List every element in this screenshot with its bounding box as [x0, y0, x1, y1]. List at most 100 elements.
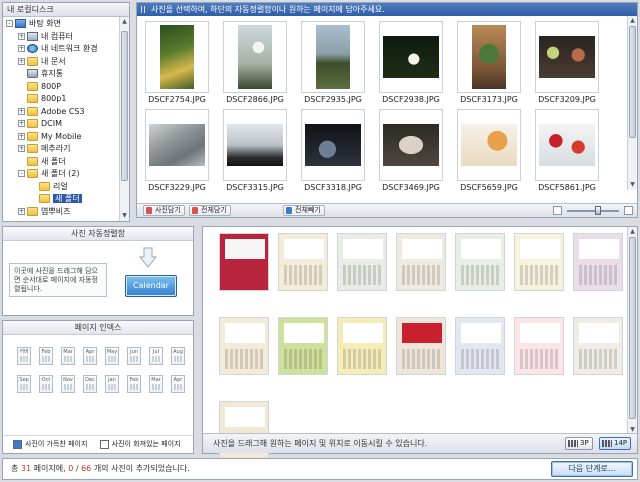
zoom-knob[interactable] — [595, 206, 601, 215]
photo-thumbnail[interactable]: DSCF3469.JPG — [379, 109, 443, 193]
tree-scroll-thumb[interactable] — [121, 31, 128, 181]
expand-icon[interactable]: + — [18, 207, 25, 215]
calendar-template-page[interactable] — [514, 317, 564, 375]
calendar-template-page[interactable] — [337, 317, 387, 375]
tree-item[interactable]: + 염뿌비즈 — [18, 206, 70, 218]
calendar-template-page[interactable] — [219, 233, 269, 291]
tree-item[interactable]: + Adobe CS3 — [18, 106, 85, 118]
photo-thumbnail[interactable]: DSCF3229.JPG — [145, 109, 209, 193]
template-photo-slot[interactable] — [520, 323, 560, 343]
collapse-icon[interactable]: - — [18, 170, 25, 177]
tree-item[interactable]: + My Mobile — [18, 131, 81, 143]
scroll-up-arrow-icon[interactable]: ▲ — [120, 17, 129, 27]
page-index-item[interactable]: Jan — [105, 375, 119, 393]
photo-thumbnail[interactable]: DSCF5659.JPG — [457, 109, 521, 193]
tree-item[interactable]: 800p1 — [18, 93, 66, 105]
expand-icon[interactable]: + — [18, 32, 25, 40]
scroll-down-arrow-icon[interactable]: ▼ — [120, 211, 129, 221]
tree-item[interactable]: 800P — [18, 81, 61, 93]
calendar-template-page[interactable] — [396, 233, 446, 291]
template-photo-slot[interactable] — [225, 323, 265, 343]
load-photo-button[interactable]: 사진담기 — [143, 205, 185, 216]
tree-scrollbar[interactable]: ▲ ▼ — [119, 17, 129, 221]
tree-item[interactable]: + 메추라기 — [18, 143, 70, 155]
scroll-down-arrow-icon[interactable]: ▼ — [628, 180, 637, 190]
template-photo-slot[interactable] — [284, 323, 324, 343]
photo-thumbnail[interactable]: DSCF3315.JPG — [223, 109, 287, 193]
template-scrollbar[interactable]: ▲ ▼ — [627, 227, 637, 435]
calendar-template-page[interactable] — [455, 317, 505, 375]
photo-thumbnail[interactable]: DSCF2754.JPG — [145, 21, 209, 105]
page-index-item[interactable]: Apr — [83, 347, 97, 365]
remove-all-button[interactable]: 전체빼기 — [283, 205, 325, 216]
photo-thumbnail[interactable]: DSCF5861.JPG — [535, 109, 599, 193]
next-step-button[interactable]: 다음 단계로... — [551, 461, 633, 477]
calendar-template-page[interactable] — [573, 317, 623, 375]
page-index-item[interactable]: May — [105, 347, 119, 365]
page-index-item[interactable]: Jun — [127, 347, 141, 365]
calendar-template-page[interactable] — [219, 317, 269, 375]
tree-item[interactable]: + DCIM — [18, 118, 62, 130]
page-index-item[interactable]: Jul — [149, 347, 163, 365]
page-index-item[interactable]: Mar — [61, 347, 75, 365]
photo-scroll-thumb[interactable] — [629, 26, 636, 138]
template-scroll-thumb[interactable] — [629, 237, 636, 419]
view-14p-button[interactable]: 14P — [599, 437, 632, 450]
template-photo-slot[interactable] — [579, 239, 619, 259]
photo-thumbnail[interactable]: DSCF2935.JPG — [301, 21, 365, 105]
calendar-template-page[interactable] — [455, 233, 505, 291]
collapse-icon[interactable]: - — [6, 20, 13, 27]
template-photo-slot[interactable] — [225, 239, 265, 259]
tree-item[interactable]: + 내 네트워크 환경 — [18, 43, 98, 55]
zoom-out-icon[interactable] — [553, 206, 562, 215]
zoom-track[interactable] — [567, 210, 619, 212]
template-photo-slot[interactable] — [579, 323, 619, 343]
expand-icon[interactable]: + — [18, 107, 25, 115]
template-photo-slot[interactable] — [225, 407, 265, 427]
template-photo-slot[interactable] — [461, 323, 501, 343]
template-photo-slot[interactable] — [402, 323, 442, 343]
zoom-in-icon[interactable] — [624, 206, 633, 215]
tree-item[interactable]: - 바탕 화면 — [6, 18, 61, 30]
photo-scrollbar[interactable]: ▲ ▼ — [627, 16, 637, 190]
photo-thumbnail[interactable]: DSCF2866.JPG — [223, 21, 287, 105]
photo-thumbnail[interactable]: DSCF2938.JPG — [379, 21, 443, 105]
expand-icon[interactable]: + — [18, 132, 25, 140]
tree-item[interactable]: 새 폴더 — [30, 193, 82, 205]
template-photo-slot[interactable] — [343, 239, 383, 259]
expand-icon[interactable]: + — [18, 57, 25, 65]
page-index-item[interactable]: Mar — [149, 375, 163, 393]
expand-icon[interactable]: + — [18, 45, 25, 52]
expand-icon[interactable]: + — [18, 145, 25, 152]
page-index-item[interactable]: Apr — [171, 375, 185, 393]
page-index-item[interactable]: 커버 — [17, 347, 31, 365]
calendar-template-page[interactable] — [278, 317, 328, 375]
load-all-button[interactable]: 전체담기 — [189, 205, 231, 216]
template-photo-slot[interactable] — [402, 239, 442, 259]
tree-item[interactable]: 리얼 — [30, 181, 68, 193]
page-index-item[interactable]: Dec — [83, 375, 97, 393]
calendar-template-page[interactable] — [396, 317, 446, 375]
tree-item[interactable]: 휴지통 — [18, 68, 63, 80]
calendar-template-page[interactable] — [337, 233, 387, 291]
tree-item[interactable]: - 새 폴더 (2) — [18, 168, 80, 180]
thumbnail-zoom-slider[interactable] — [553, 206, 633, 216]
scroll-up-arrow-icon[interactable]: ▲ — [628, 227, 637, 237]
photo-thumbnail[interactable]: DSCF3173.JPG — [457, 21, 521, 105]
tree-item[interactable]: + 내 컴퓨터 — [18, 31, 73, 43]
page-index-item[interactable]: Sep — [17, 375, 31, 393]
page-index-item[interactable]: Aug — [171, 347, 185, 365]
expand-icon[interactable]: + — [18, 120, 25, 127]
scroll-up-arrow-icon[interactable]: ▲ — [628, 16, 637, 26]
photo-thumbnail[interactable]: DSCF3209.JPG — [535, 21, 599, 105]
page-index-item[interactable]: Oct — [39, 375, 53, 393]
page-index-item[interactable]: Feb — [39, 347, 53, 365]
template-photo-slot[interactable] — [284, 239, 324, 259]
calendar-template-page[interactable] — [573, 233, 623, 291]
calendar-drop-target[interactable]: Calendar — [125, 275, 177, 297]
template-photo-slot[interactable] — [343, 323, 383, 343]
tree-item[interactable]: 새 폴더 — [18, 156, 66, 168]
calendar-template-page[interactable] — [278, 233, 328, 291]
calendar-template-page[interactable] — [514, 233, 564, 291]
tree-item[interactable]: + 내 문서 — [18, 56, 66, 68]
